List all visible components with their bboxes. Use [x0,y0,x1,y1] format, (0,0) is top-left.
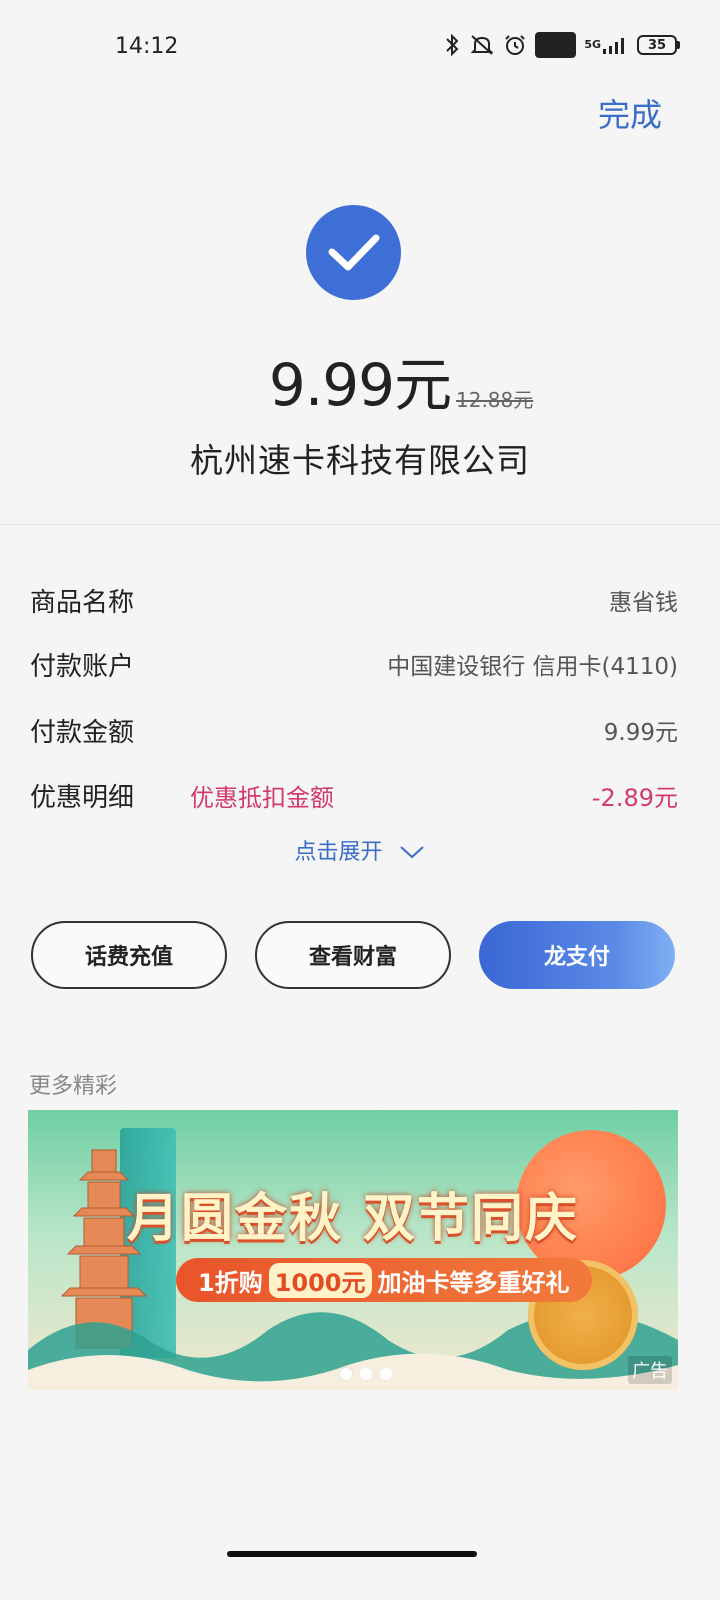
chevron-down-icon [398,841,426,866]
pagination-dot[interactable] [340,1368,352,1380]
account-value: 中国建设银行 信用卡(4110) [387,654,678,680]
ad-label: 广告 [628,1356,672,1384]
pagination-dot[interactable] [380,1368,392,1380]
alarm-icon [503,32,527,58]
discount-row: 优惠明细 优惠抵扣金额 -2.89元 [30,775,678,815]
product-row: 商品名称 惠省钱 [30,580,678,620]
banner-pagination [340,1368,392,1380]
banner-promo-prefix: 1折购 [198,1268,263,1297]
expand-details-button[interactable]: 点击展开 [0,834,720,866]
status-icons: HD 5G 35 [443,32,680,58]
divider [0,524,720,525]
banner-promo-pill: 1折购 1000元 加油卡等多重好礼 [176,1258,592,1302]
success-check-icon [306,205,401,300]
paid-amount-row: 9.99元 [0,338,720,422]
more-section-title: 更多精彩 [29,1074,118,1099]
battery-icon: 35 [637,32,680,58]
paid-label: 付款金额 [30,717,135,748]
original-amount: 12.88元 [456,388,534,412]
phone-recharge-button[interactable]: 话费充值 [31,921,227,989]
paid-amount: 9.99元 [268,351,452,419]
product-value: 惠省钱 [609,590,678,616]
expand-label: 点击展开 [294,840,383,865]
discount-label: 优惠明细 [30,782,135,813]
network-type: 5G [584,38,601,51]
pagination-dot[interactable] [360,1368,372,1380]
banner-promo-suffix: 加油卡等多重好礼 [377,1268,570,1297]
promo-banner[interactable]: 月圆金秋 双节同庆 1折购 1000元 加油卡等多重好礼 广告 [28,1110,678,1390]
discount-description: 优惠抵扣金额 [190,783,334,812]
bluetooth-icon [443,32,461,58]
paid-value: 9.99元 [603,720,678,746]
banner-headline: 月圆金秋 双节同庆 [126,1188,580,1249]
product-label: 商品名称 [30,587,135,618]
status-bar: 14:12 HD 5G 35 [0,0,720,96]
view-wealth-button[interactable]: 查看财富 [255,921,451,989]
banner-promo-highlight: 1000元 [268,1262,372,1298]
signal-icon: 5G [584,32,629,58]
account-row: 付款账户 中国建设银行 信用卡(4110) [30,644,678,684]
long-pay-button[interactable]: 龙支付 [479,921,675,989]
mute-icon [469,32,495,58]
merchant-name: 杭州速卡科技有限公司 [190,441,530,480]
account-label: 付款账户 [30,651,135,682]
home-indicator[interactable] [227,1551,477,1557]
paid-row: 付款金额 9.99元 [30,710,678,750]
status-time: 14:12 [115,34,179,59]
discount-value: -2.89元 [591,783,678,812]
battery-level: 35 [637,35,677,55]
done-button[interactable]: 完成 [598,90,662,136]
hd-icon: HD [534,32,577,58]
